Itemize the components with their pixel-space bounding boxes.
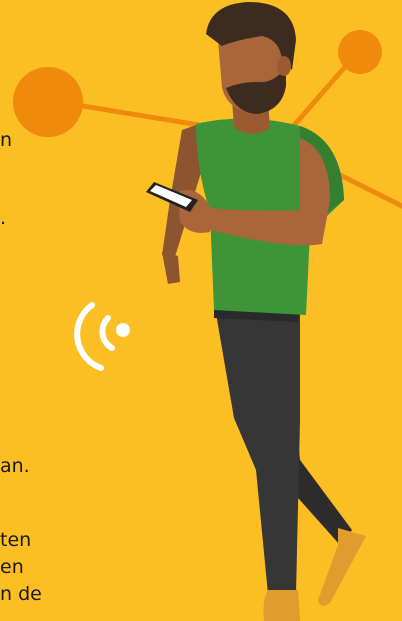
ear [277, 56, 291, 76]
shoe-front [263, 590, 300, 621]
wireless-signal-icon [74, 302, 130, 371]
walking-man [146, 2, 366, 621]
network-node-small [338, 30, 382, 74]
onboarding-panel: n . an. ten en n de [0, 0, 402, 621]
network-node-large [13, 67, 83, 137]
walking-man-illustration [13, 2, 402, 621]
hand-back [162, 252, 180, 284]
pants [214, 302, 300, 594]
shoe-back [318, 528, 366, 606]
